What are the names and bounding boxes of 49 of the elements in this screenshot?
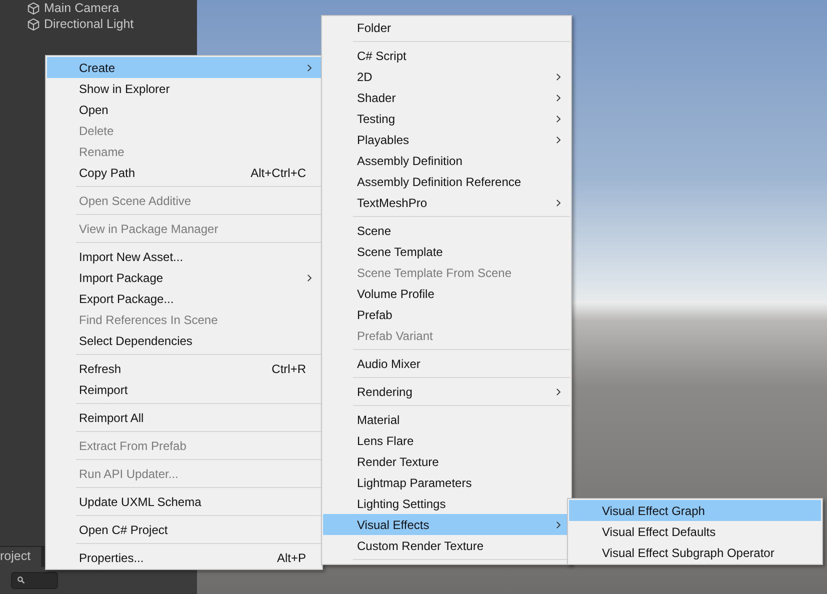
menu-item[interactable]: Folder xyxy=(323,17,570,38)
menu-item[interactable]: Playables xyxy=(323,129,570,150)
hierarchy-item[interactable]: Main Camera xyxy=(44,1,120,15)
menu-item[interactable]: Create xyxy=(47,57,321,78)
menu-item[interactable]: Assembly Definition Reference xyxy=(323,171,570,192)
menu-item[interactable]: Refresh Ctrl+R xyxy=(47,358,321,379)
menu-item[interactable]: 2D xyxy=(323,66,570,87)
menu-item[interactable]: Material xyxy=(323,409,570,430)
panel-tab[interactable]: roject xyxy=(0,547,41,567)
menu-item[interactable]: Properties... Alt+P xyxy=(47,547,321,568)
menu-item[interactable]: Visual Effect Graph xyxy=(569,500,821,521)
menu-item[interactable]: Visual Effect Subgraph Operator xyxy=(569,542,821,563)
menu-item[interactable]: Show in Explorer xyxy=(47,78,321,99)
menu-item[interactable]: Testing xyxy=(323,108,570,129)
menu-item[interactable]: TextMeshPro xyxy=(323,192,570,213)
menu-item[interactable]: Reimport xyxy=(47,379,321,400)
menu-item[interactable]: Visual Effects xyxy=(323,514,570,535)
menu-item[interactable]: Scene Template xyxy=(323,241,570,262)
menu-item[interactable]: Select Dependencies xyxy=(47,330,321,351)
menu-item[interactable]: Open xyxy=(47,99,321,120)
menu-item[interactable]: Audio Mixer xyxy=(323,353,570,374)
cube-icon xyxy=(27,18,40,30)
menu-item[interactable]: Export Package... xyxy=(47,288,321,309)
menu-item[interactable]: Volume Profile xyxy=(323,283,570,304)
menu-item[interactable]: Import Package xyxy=(47,267,321,288)
menu-item[interactable]: Prefab xyxy=(323,304,570,325)
shortcut-label: Alt+P xyxy=(276,550,306,564)
search-icon xyxy=(17,576,25,584)
menu-item[interactable]: Scene xyxy=(323,220,570,241)
menu-item[interactable]: Copy Path Alt+Ctrl+C xyxy=(47,162,321,183)
menu-item[interactable]: Reimport All xyxy=(47,407,321,428)
shortcut-label: Ctrl+R xyxy=(272,362,306,376)
menu-item[interactable]: Rendering xyxy=(323,381,570,402)
hierarchy-item[interactable]: Directional Light xyxy=(44,17,134,31)
menu-item[interactable]: Custom Render Texture xyxy=(323,535,570,556)
menu-item[interactable]: Lens Flare xyxy=(323,430,570,451)
menu-item[interactable]: Open C# Project xyxy=(47,519,321,540)
menu-item[interactable]: Assembly Definition xyxy=(323,150,570,171)
menu-item[interactable]: C# Script xyxy=(323,45,570,66)
menu-item[interactable]: Visual Effect Defaults xyxy=(569,521,821,542)
menu-item[interactable]: Lightmap Parameters xyxy=(323,472,570,493)
menu-item[interactable]: Render Texture xyxy=(323,451,570,472)
menu-item[interactable]: Import New Asset... xyxy=(47,246,321,267)
menu-item[interactable]: Update UXML Schema xyxy=(47,491,321,512)
cube-icon xyxy=(27,2,40,14)
search-field[interactable] xyxy=(11,572,58,588)
shortcut-label: Alt+Ctrl+C xyxy=(250,166,306,180)
menu-item[interactable]: Shader xyxy=(323,87,570,108)
menu-item[interactable]: Lighting Settings xyxy=(323,493,570,514)
